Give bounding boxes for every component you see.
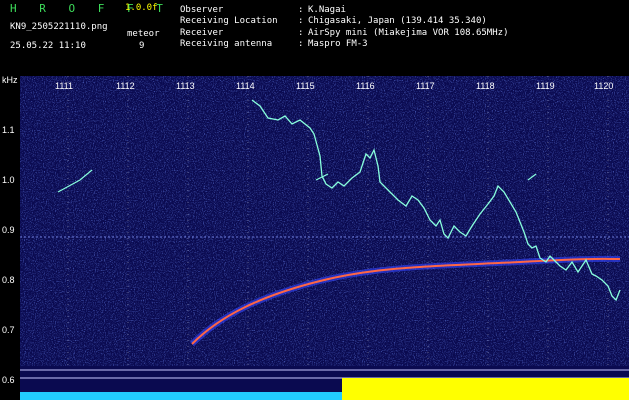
field-observer-sep: : <box>298 5 304 15</box>
y-tick-label: 0.8 <box>2 275 15 285</box>
field-observer-value: K.Nagai <box>308 5 346 15</box>
app-version: 1.0.0f <box>125 3 158 13</box>
spectrogram-plot <box>20 76 629 400</box>
field-location-sep: : <box>298 16 304 26</box>
field-antenna-value: Maspro FM-3 <box>308 39 368 49</box>
x-tick-label: 1118 <box>476 81 495 91</box>
hrofft-window: H R O F F T 1.0.0f KN9_2505221110.png 25… <box>0 0 629 400</box>
signal-level-high <box>342 378 629 400</box>
date-time: 25.05.22 11:10 <box>10 41 86 51</box>
field-receiver-value: AirSpy mini (Miakejima VOR 108.65MHz) <box>308 28 509 38</box>
x-tick-label: 1113 <box>176 81 195 91</box>
y-tick-label: 0.9 <box>2 225 15 235</box>
y-tick-label: 1.0 <box>2 175 15 185</box>
field-antenna-key: Receiving antenna <box>180 39 273 49</box>
field-receiver-key: Receiver <box>180 28 224 38</box>
meteor-count: 9 <box>139 41 145 51</box>
signal-level-low <box>20 392 342 400</box>
x-tick-label: 1116 <box>356 81 375 91</box>
field-location-value: Chigasaki, Japan (139.414 35.340) <box>308 16 487 26</box>
x-tick-label: 1112 <box>116 81 135 91</box>
noise-field <box>20 76 629 366</box>
x-tick-label: 1115 <box>296 81 315 91</box>
field-observer-key: Observer <box>180 5 224 15</box>
x-tick-label: 1117 <box>416 81 435 91</box>
y-tick-label: 0.6 <box>2 375 15 385</box>
meteor-label: meteor <box>127 29 160 39</box>
field-receiver-sep: : <box>298 28 304 38</box>
field-antenna-sep: : <box>298 39 304 49</box>
y-unit-label: kHz <box>2 75 18 85</box>
x-tick-label: 1114 <box>236 81 255 91</box>
file-name: KN9_2505221110.png <box>10 22 108 32</box>
x-tick-label: 1119 <box>536 81 555 91</box>
y-tick-label: 1.1 <box>2 125 15 135</box>
x-tick-label: 1111 <box>55 81 74 91</box>
y-tick-label: 0.7 <box>2 325 15 335</box>
field-location-key: Receiving Location <box>180 16 278 26</box>
x-tick-label: 1120 <box>594 81 614 91</box>
spectrogram-canvas <box>20 76 629 400</box>
